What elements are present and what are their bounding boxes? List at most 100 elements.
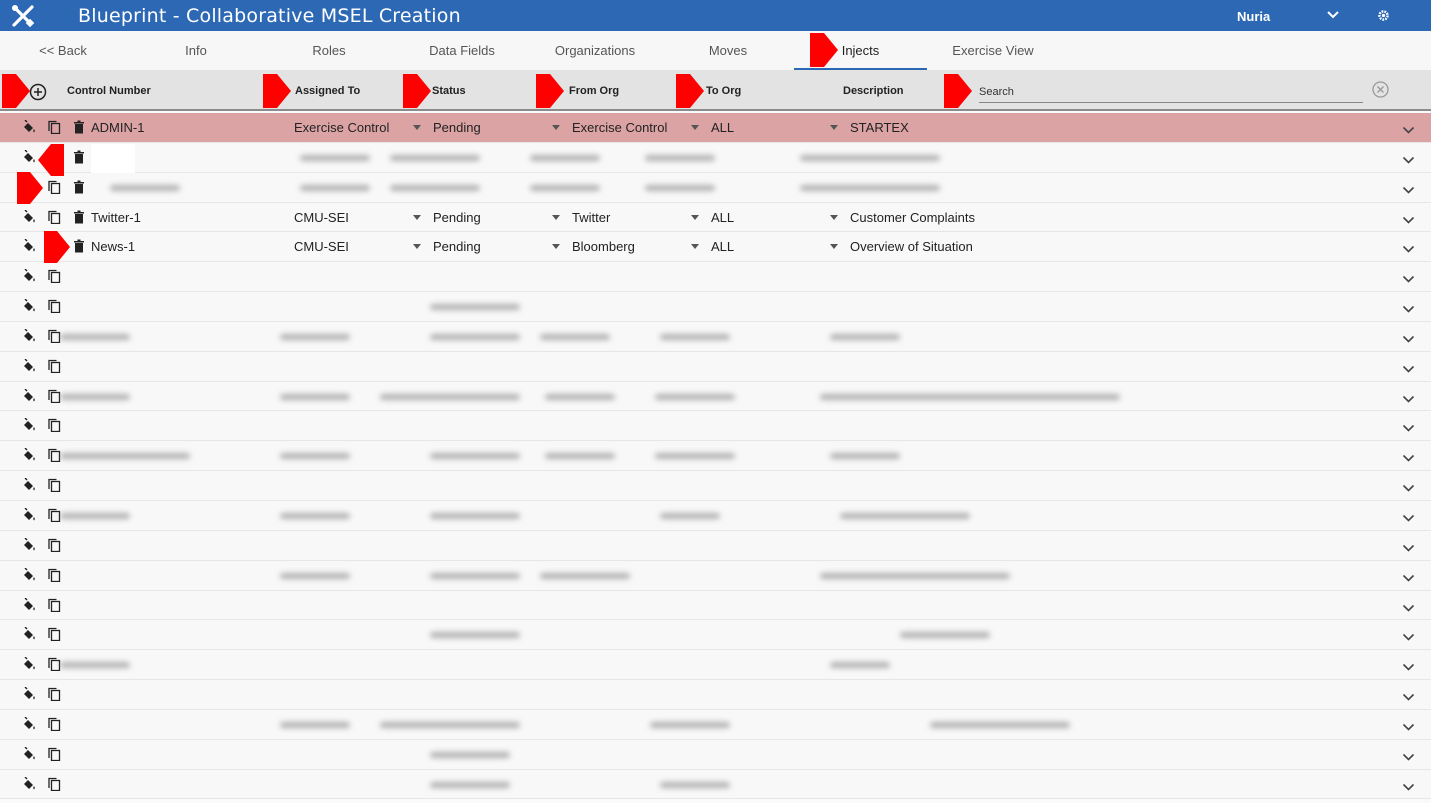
cell-control-number[interactable]: News-1 [91, 239, 135, 254]
table-row[interactable] [0, 620, 1431, 651]
copy-icon[interactable] [47, 538, 61, 552]
expand-chevron-icon[interactable] [1402, 332, 1415, 343]
cell-control-number[interactable]: ADMIN-1 [91, 120, 144, 135]
dropdown-arrow-icon[interactable] [691, 244, 699, 250]
tab-roles[interactable]: Roles [299, 31, 359, 70]
copy-icon[interactable] [47, 448, 61, 463]
expand-chevron-icon[interactable] [1402, 720, 1415, 731]
table-row[interactable] [0, 650, 1431, 681]
copy-icon[interactable] [47, 269, 61, 284]
copy-icon[interactable] [47, 657, 61, 672]
paint-bucket-icon[interactable] [22, 776, 36, 791]
copy-icon[interactable] [47, 717, 61, 731]
column-to-org[interactable]: To Org [706, 85, 741, 97]
copy-icon[interactable] [47, 627, 61, 642]
table-row[interactable]: Twitter-1 CMU-SEI Pending Twitter ALL Custome… [0, 202, 1431, 233]
tab-moves[interactable]: Moves [698, 31, 758, 70]
table-row[interactable] [0, 769, 1431, 800]
copy-icon[interactable] [47, 598, 61, 612]
table-row[interactable] [0, 142, 1431, 202]
paint-bucket-icon[interactable] [22, 537, 36, 552]
expand-chevron-icon[interactable] [1402, 601, 1415, 612]
tools-logo-icon[interactable] [10, 3, 36, 29]
paint-bucket-icon[interactable] [22, 478, 36, 492]
table-row[interactable] [0, 381, 1431, 412]
expand-chevron-icon[interactable] [1402, 242, 1415, 254]
cell-control-number[interactable]: Twitter-1 [91, 210, 141, 225]
tab-exercise-view[interactable]: Exercise View [946, 31, 1040, 70]
paint-bucket-icon[interactable] [22, 358, 36, 373]
column-from-org[interactable]: From Org [569, 85, 619, 97]
dropdown-arrow-icon[interactable] [413, 214, 421, 220]
expand-chevron-icon[interactable] [1402, 750, 1415, 761]
copy-icon[interactable] [47, 329, 61, 343]
expand-chevron-icon[interactable] [1402, 362, 1415, 373]
expand-chevron-icon[interactable] [1402, 153, 1415, 164]
paint-bucket-icon[interactable] [22, 448, 36, 462]
dropdown-arrow-icon[interactable] [830, 244, 838, 250]
expand-chevron-icon[interactable] [1402, 630, 1415, 641]
copy-icon[interactable] [47, 508, 61, 522]
expand-chevron-icon[interactable] [1402, 690, 1415, 701]
column-control-number[interactable]: Control Number [67, 85, 151, 97]
table-row[interactable]: ADMIN-1 Exercise Control Pending Exercise C… [0, 113, 1431, 143]
gear-icon[interactable] [1377, 9, 1390, 22]
copy-icon[interactable] [47, 299, 61, 314]
cell-description[interactable]: Customer Complaints [850, 210, 975, 225]
tab-info[interactable]: Info [170, 31, 222, 70]
expand-chevron-icon[interactable] [1402, 660, 1415, 671]
paint-bucket-icon[interactable] [22, 149, 36, 164]
trash-icon[interactable] [72, 239, 86, 253]
paint-bucket-icon[interactable] [22, 388, 36, 403]
table-row[interactable] [0, 500, 1431, 531]
user-menu-name[interactable]: Nuria [1237, 9, 1270, 24]
copy-icon[interactable] [47, 359, 61, 373]
table-row[interactable]: News-1 CMU-SEI Pending Bloomberg ALL Overview… [0, 231, 1431, 264]
copy-icon[interactable] [47, 180, 61, 194]
dropdown-arrow-icon[interactable] [691, 125, 699, 130]
paint-bucket-icon[interactable] [22, 418, 36, 432]
dropdown-arrow-icon[interactable] [552, 244, 560, 250]
column-status[interactable]: Status [432, 85, 466, 97]
copy-icon[interactable] [47, 747, 61, 761]
table-row[interactable] [0, 411, 1431, 442]
dropdown-arrow-icon[interactable] [413, 244, 421, 250]
expand-chevron-icon[interactable] [1402, 392, 1415, 403]
dropdown-arrow-icon[interactable] [830, 125, 838, 130]
expand-chevron-icon[interactable] [1402, 183, 1415, 194]
dropdown-arrow-icon[interactable] [552, 125, 560, 130]
table-row[interactable] [0, 471, 1431, 501]
table-row[interactable] [0, 262, 1431, 293]
paint-bucket-icon[interactable] [22, 209, 36, 224]
expand-chevron-icon[interactable] [1402, 451, 1415, 462]
paint-bucket-icon[interactable] [22, 507, 36, 522]
expand-chevron-icon[interactable] [1402, 302, 1415, 313]
copy-icon[interactable] [47, 478, 61, 493]
tab-data-fields[interactable]: Data Fields [422, 31, 502, 70]
paint-bucket-icon[interactable] [22, 269, 36, 283]
expand-chevron-icon[interactable] [1402, 481, 1415, 492]
expand-chevron-icon[interactable] [1402, 421, 1415, 433]
column-description[interactable]: Description [843, 85, 904, 97]
expand-chevron-icon[interactable] [1402, 123, 1415, 134]
dropdown-arrow-icon[interactable] [413, 125, 421, 130]
paint-bucket-icon[interactable] [22, 687, 36, 701]
copy-icon[interactable] [47, 389, 61, 403]
paint-bucket-icon[interactable] [22, 746, 36, 761]
search-input[interactable] [979, 81, 1363, 103]
tab-back[interactable]: << Back [30, 31, 96, 70]
expand-chevron-icon[interactable] [1402, 571, 1415, 582]
table-row[interactable] [0, 292, 1431, 322]
paint-bucket-icon[interactable] [22, 328, 36, 343]
paint-bucket-icon[interactable] [22, 657, 36, 671]
cell-description[interactable]: STARTEX [850, 120, 909, 135]
dropdown-arrow-icon[interactable] [691, 214, 699, 220]
copy-icon[interactable] [47, 687, 61, 702]
expand-chevron-icon[interactable] [1402, 541, 1415, 552]
expand-chevron-icon[interactable] [1402, 213, 1415, 224]
table-row[interactable] [0, 739, 1431, 770]
paint-bucket-icon[interactable] [22, 239, 36, 253]
trash-icon[interactable] [72, 210, 86, 224]
paint-bucket-icon[interactable] [22, 299, 36, 313]
paint-bucket-icon[interactable] [22, 120, 36, 134]
